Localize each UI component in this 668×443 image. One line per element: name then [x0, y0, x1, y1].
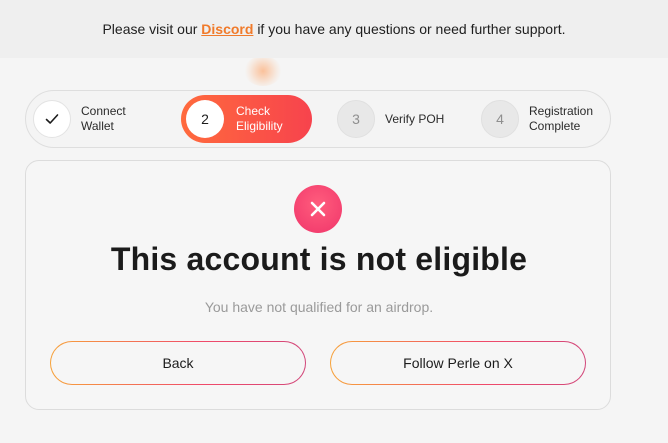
step-connect-wallet[interactable]: Connect Wallet	[33, 96, 126, 142]
step-label: Verify POH	[385, 111, 445, 126]
step-label: Check Eligibility	[236, 104, 283, 133]
decorative-glow-mid	[244, 56, 282, 86]
step-verify-poh[interactable]: 3 Verify POH	[337, 96, 444, 142]
x-icon	[310, 201, 326, 217]
support-banner: Please visit our Discord if you have any…	[0, 0, 668, 58]
step-number: 2	[186, 100, 224, 138]
check-icon	[45, 114, 59, 124]
step-label: Registration Complete	[529, 104, 594, 133]
banner-prefix: Please visit our	[102, 21, 198, 37]
error-badge	[294, 185, 342, 233]
step-number: 4	[481, 100, 519, 138]
eligibility-result-card: This account is not eligible You have no…	[25, 160, 611, 410]
step-circle-done	[33, 100, 71, 138]
result-title: This account is not eligible	[110, 241, 528, 277]
step-label: Connect Wallet	[81, 104, 126, 133]
discord-link[interactable]: Discord	[201, 21, 253, 37]
banner-suffix: if you have any questions or need furthe…	[257, 21, 566, 37]
follow-perle-button[interactable]: Follow Perle on X	[330, 341, 586, 385]
step-number: 3	[337, 100, 375, 138]
step-check-eligibility[interactable]: 2 Check Eligibility	[181, 95, 312, 143]
step-registration-complete[interactable]: 4 Registration Complete	[481, 96, 593, 142]
registration-stepper: Connect Wallet 2 Check Eligibility 3 Ver…	[25, 90, 611, 148]
result-message: You have not qualified for an airdrop.	[204, 299, 434, 315]
back-button[interactable]: Back	[50, 341, 306, 385]
